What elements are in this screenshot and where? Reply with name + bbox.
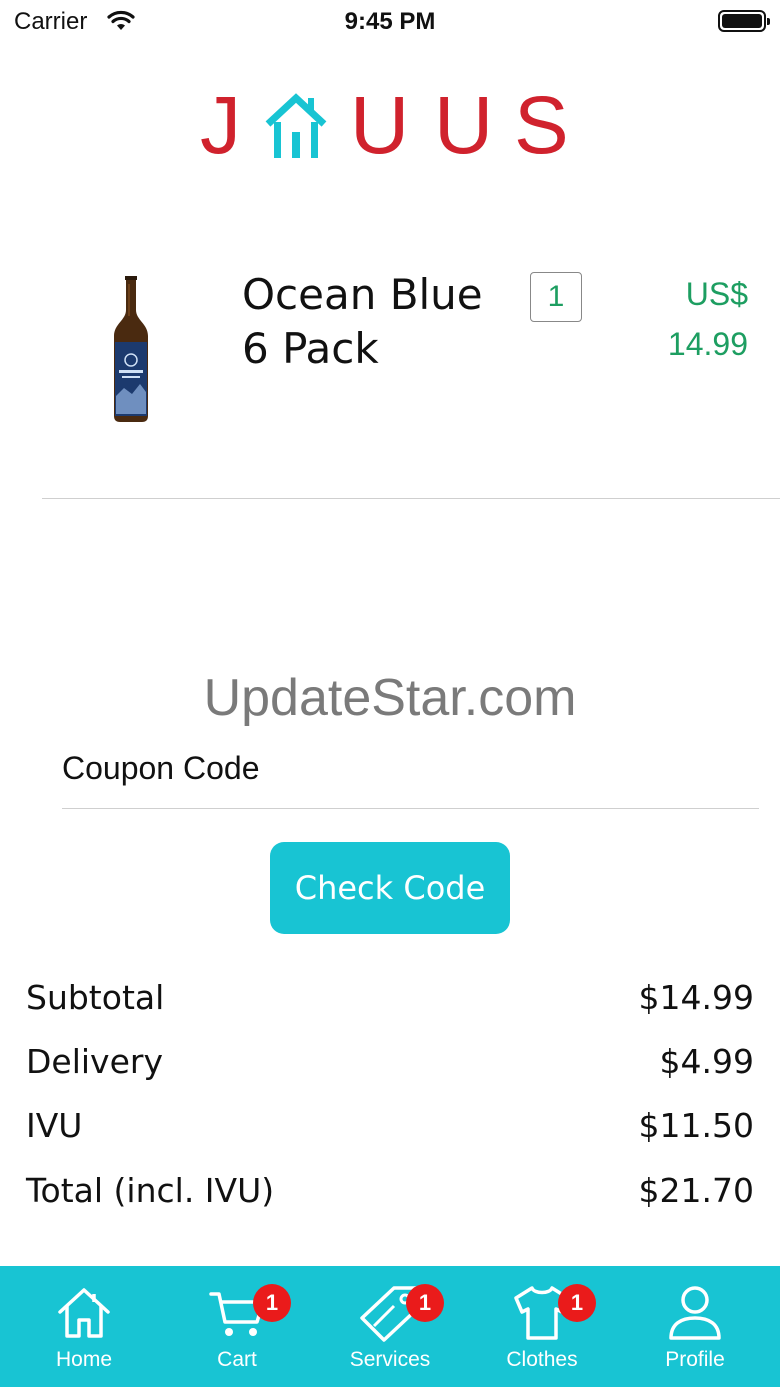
- coupon-underline: [62, 808, 759, 809]
- summary-row-total: Total (incl. IVU) $21.70: [26, 1171, 754, 1221]
- summary-row-delivery: Delivery $4.99: [26, 1042, 754, 1092]
- check-code-button[interactable]: Check Code: [270, 842, 510, 934]
- logo-letter-j: J: [200, 80, 241, 171]
- tab-cart[interactable]: 1 Cart: [159, 1266, 315, 1387]
- subtotal-value: $14.99: [638, 978, 754, 1017]
- tab-services[interactable]: 1 Services: [312, 1266, 468, 1387]
- price-amount: 14.99: [667, 326, 748, 362]
- status-bar: Carrier 9:45 PM: [0, 0, 780, 44]
- ivu-label: IVU: [26, 1106, 83, 1145]
- delivery-label: Delivery: [26, 1042, 163, 1081]
- tab-cart-label: Cart: [217, 1348, 257, 1371]
- tab-bar: Home 1 Cart 1 Services 1 Clothes Profile: [0, 1266, 780, 1387]
- services-badge: 1: [406, 1284, 444, 1322]
- house-logo-icon: [265, 93, 327, 158]
- battery-icon: [718, 10, 770, 32]
- product-name: Ocean Blue 6 Pack: [242, 268, 522, 376]
- tab-clothes[interactable]: 1 Clothes: [464, 1266, 620, 1387]
- logo-letter-u2: U: [434, 80, 494, 171]
- product-name-line1: Ocean Blue: [242, 270, 483, 319]
- summary-row-subtotal: Subtotal $14.99: [26, 978, 754, 1028]
- watermark: UpdateStar.com: [203, 669, 577, 727]
- clock: 9:45 PM: [344, 8, 436, 35]
- tab-profile[interactable]: Profile: [617, 1266, 773, 1387]
- coupon-code-input[interactable]: [62, 748, 758, 788]
- logo-letter-s: S: [514, 80, 569, 171]
- quantity-field[interactable]: 1: [530, 272, 582, 322]
- subtotal-label: Subtotal: [26, 978, 165, 1017]
- tab-profile-label: Profile: [665, 1348, 725, 1371]
- summary-row-ivu: IVU $11.50: [26, 1106, 754, 1156]
- person-icon: [669, 1286, 721, 1340]
- total-value: $21.70: [638, 1171, 754, 1210]
- cart-badge: 1: [253, 1284, 291, 1322]
- logo-letter-u1: U: [350, 80, 410, 171]
- tab-home[interactable]: Home: [6, 1266, 162, 1387]
- price-currency: US$: [685, 276, 748, 312]
- tab-home-label: Home: [55, 1348, 113, 1371]
- tab-clothes-label: Clothes: [506, 1348, 578, 1371]
- total-label: Total (incl. IVU): [26, 1171, 275, 1210]
- clothes-badge: 1: [558, 1284, 596, 1322]
- home-icon: [58, 1288, 110, 1338]
- product-image: [114, 276, 148, 422]
- tab-services-label: Services: [349, 1348, 431, 1371]
- brand-logo: J U U S: [200, 80, 580, 171]
- delivery-value: $4.99: [659, 1042, 754, 1081]
- ivu-value: $11.50: [638, 1106, 754, 1145]
- item-divider: [42, 498, 780, 499]
- product-name-line2: 6 Pack: [242, 324, 379, 373]
